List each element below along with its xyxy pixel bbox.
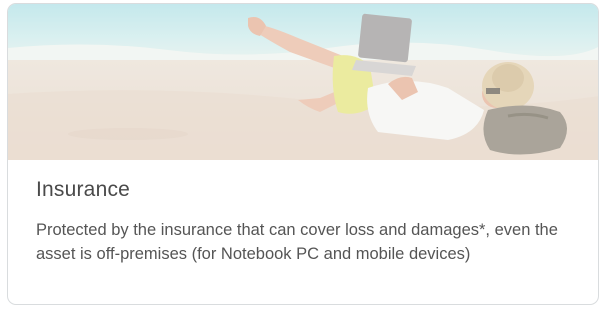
insurance-card: Insurance Protected by the insurance tha…: [7, 3, 599, 305]
beach-laptop-image: [8, 4, 598, 160]
card-title: Insurance: [36, 178, 131, 201]
card-description: Protected by the insurance that can cove…: [36, 221, 558, 263]
